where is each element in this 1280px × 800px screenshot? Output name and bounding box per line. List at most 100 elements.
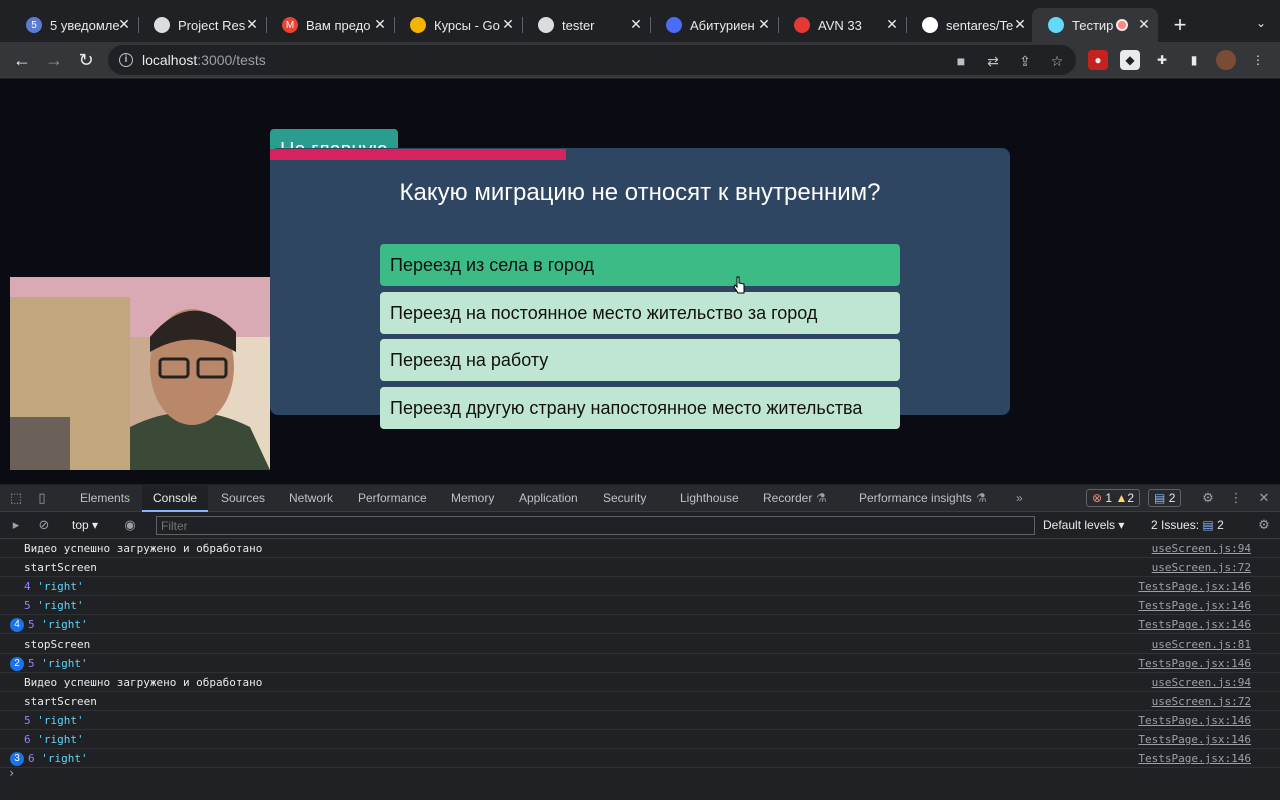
answer-option-4[interactable]: Переезд другую страну напостоянное место… [380, 387, 900, 429]
tab-security[interactable]: Security [603, 491, 646, 505]
console-settings-icon[interactable]: ⚙ [1256, 517, 1272, 533]
close-tab-icon[interactable]: ✕ [372, 16, 388, 32]
close-tab-icon[interactable]: ✕ [500, 16, 516, 32]
tab-application[interactable]: Application [519, 491, 578, 505]
devtools-menu-icon[interactable]: ⋮ [1228, 490, 1244, 506]
side-panel-icon[interactable]: ▮ [1184, 50, 1204, 70]
tab-search-icon[interactable]: ⌄ [1256, 16, 1266, 30]
repeat-count-badge: 3 [10, 752, 24, 767]
source-link[interactable]: TestsPage.jsx:146 [1138, 654, 1251, 673]
browser-tab-9[interactable]: Тестир ✕ [1032, 8, 1158, 42]
close-tab-icon[interactable]: ✕ [1012, 16, 1028, 32]
source-link[interactable]: TestsPage.jsx:146 [1138, 711, 1251, 730]
console-row: startScreen useScreen.js:72 [0, 692, 1280, 711]
settings-gear-icon[interactable]: ⚙ [1200, 490, 1216, 506]
console-string: 'right' [41, 618, 88, 632]
close-tab-icon[interactable]: ✕ [116, 16, 132, 32]
share-icon[interactable]: ⇪ [1016, 52, 1034, 70]
eye-icon[interactable]: ◉ [122, 517, 138, 533]
source-link[interactable]: useScreen.js:72 [1152, 558, 1251, 577]
close-tab-icon[interactable]: ✕ [1136, 16, 1152, 32]
new-tab-button[interactable]: + [1168, 14, 1192, 38]
tab-lighthouse[interactable]: Lighthouse [680, 491, 739, 505]
url-text[interactable]: localhost:3000/tests [142, 52, 266, 68]
browser-tab-5[interactable]: tester ✕ [522, 8, 650, 42]
tab-sources[interactable]: Sources [221, 491, 265, 505]
reload-icon[interactable]: ↻ [74, 48, 98, 72]
translate-icon[interactable]: ⇄ [984, 52, 1002, 70]
more-tabs-icon[interactable]: » [1016, 491, 1023, 505]
source-link[interactable]: useScreen.js:81 [1152, 635, 1251, 654]
tab-performance[interactable]: Performance [358, 491, 427, 505]
close-tab-icon[interactable]: ✕ [756, 16, 772, 32]
camera-icon[interactable]: ■ [952, 52, 970, 70]
clear-console-icon[interactable]: ⊘ [36, 517, 52, 533]
webcam-preview [10, 277, 270, 470]
device-toolbar-icon[interactable]: ▯ [34, 490, 50, 506]
tab-console[interactable]: Console [153, 491, 197, 505]
source-link[interactable]: useScreen.js:94 [1152, 539, 1251, 558]
context-selector[interactable]: top ▾ [72, 518, 98, 532]
webcam-person-image [10, 277, 270, 470]
source-link[interactable]: useScreen.js:94 [1152, 673, 1251, 692]
source-link[interactable]: TestsPage.jsx:146 [1138, 730, 1251, 749]
tab-recorder[interactable]: Recorder [763, 491, 812, 505]
browser-tab-4[interactable]: Курсы - Go ✕ [394, 8, 522, 42]
browser-tab-3[interactable]: M Вам предо ✕ [266, 8, 394, 42]
source-link[interactable]: TestsPage.jsx:146 [1138, 615, 1251, 634]
answer-option-2[interactable]: Переезд на постоянное место жительство з… [380, 292, 900, 334]
tab-favicon-icon: 5 [26, 17, 42, 33]
progress-bar-fill [270, 149, 566, 160]
tab-memory[interactable]: Memory [451, 491, 494, 505]
bookmark-star-icon[interactable]: ☆ [1048, 52, 1066, 70]
log-levels-dropdown[interactable]: Default levels ▾ [1043, 518, 1124, 532]
console-filter-input[interactable] [156, 516, 1035, 535]
close-icon[interactable]: ✕ [1256, 490, 1272, 506]
console-message: 6 'right' [24, 730, 84, 749]
question-text: Какую миграцию не относят к внутренним? [399, 179, 881, 206]
messages-counter[interactable]: ▤ 2 [1148, 489, 1182, 507]
console-row: 5 'right' TestsPage.jsx:146 [0, 596, 1280, 616]
browser-tab-6[interactable]: Абитуриен ✕ [650, 8, 778, 42]
console-message: Видео успешно загружено и обработано [24, 675, 263, 689]
source-link[interactable]: TestsPage.jsx:146 [1138, 749, 1251, 768]
profile-avatar[interactable] [1216, 50, 1236, 70]
extension-red-icon[interactable]: ● [1088, 50, 1108, 70]
console-string: 'right' [37, 599, 84, 613]
extension-box-icon[interactable]: ◆ [1120, 50, 1140, 70]
forward-arrow-icon[interactable]: → [42, 48, 66, 72]
browser-tab-7[interactable]: AVN 33 ✕ [778, 8, 906, 42]
extensions-puzzle-icon[interactable]: ✚ [1152, 50, 1172, 70]
close-tab-icon[interactable]: ✕ [244, 16, 260, 32]
browser-tab-8[interactable]: sentares/Te ✕ [906, 8, 1034, 42]
issues-button[interactable]: 2 Issues: ▤ 2 [1151, 518, 1224, 532]
back-arrow-icon[interactable]: ← [10, 48, 34, 72]
tab-favicon-icon [794, 17, 810, 33]
menu-kebab-icon[interactable]: ⋮ [1248, 50, 1268, 70]
address-bar[interactable]: i localhost:3000/tests ■ ⇄ ⇪ ☆ [108, 45, 1076, 75]
console-message: 6 'right' [28, 749, 88, 768]
source-link[interactable]: TestsPage.jsx:146 [1138, 596, 1251, 615]
error-warning-counter[interactable]: ⊗ 1 ▲2 [1086, 489, 1141, 507]
close-tab-icon[interactable]: ✕ [884, 16, 900, 32]
console-filter-bar: ▸ ⊘ top ▾ ◉ Default levels ▾ 2 Issues: ▤… [0, 512, 1280, 539]
tab-network[interactable]: Network [289, 491, 333, 505]
repeat-count-badge: 4 [10, 618, 24, 633]
close-tab-icon[interactable]: ✕ [628, 16, 644, 32]
browser-tab-2[interactable]: Project Res ✕ [138, 8, 266, 42]
tab-performance-insights[interactable]: Performance insights [859, 491, 972, 505]
inspect-element-icon[interactable]: ⬚ [8, 490, 24, 506]
source-link[interactable]: useScreen.js:72 [1152, 692, 1251, 711]
console-number: 6 [24, 733, 31, 746]
tab-favicon-icon [1048, 17, 1064, 33]
console-row: 6 'right' TestsPage.jsx:146 [0, 730, 1280, 749]
console-message: 5 'right' [28, 654, 88, 673]
answer-option-3[interactable]: Переезд на работу [380, 339, 900, 381]
site-info-icon[interactable]: i [119, 53, 133, 67]
source-link[interactable]: TestsPage.jsx:146 [1138, 577, 1251, 596]
console-prompt[interactable]: › [8, 766, 15, 780]
sidebar-toggle-icon[interactable]: ▸ [8, 517, 24, 533]
answer-option-1[interactable]: Переезд из села в город [380, 244, 900, 286]
browser-tab-1[interactable]: 55 уведомле ✕ [10, 8, 138, 42]
tab-elements[interactable]: Elements [80, 491, 130, 505]
